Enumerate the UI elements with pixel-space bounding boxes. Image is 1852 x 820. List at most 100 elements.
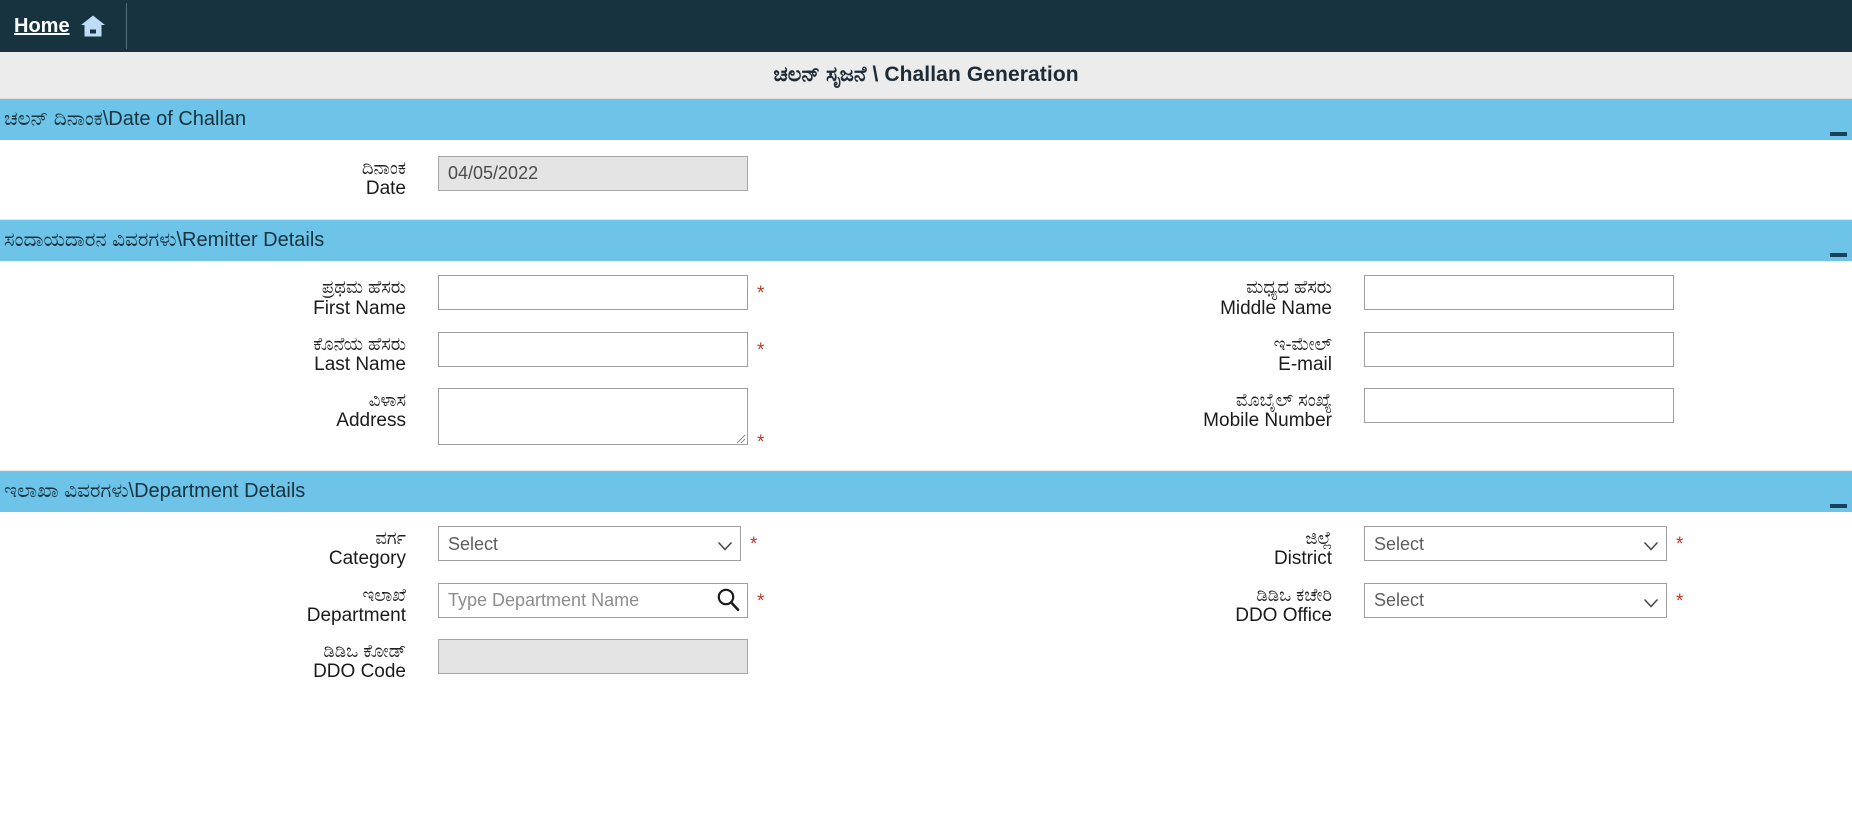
label-district-kn: ಜಿಲ್ಲೆ: [1305, 528, 1332, 549]
field-address: ವಿಳಾಸ Address *: [0, 388, 926, 452]
field-ddo-office: ಡಿಡಿಒ ಕಚೇರಿ DDO Office Select *: [926, 582, 1852, 626]
label-email-en: E-mail: [1278, 354, 1332, 375]
label-ddo-code: ಡಿಡಿಒ ಕೋಡ್ DDO Code: [0, 639, 438, 682]
field-ddo-code: ಡಿಡಿಒ ಕೋಡ್ DDO Code: [0, 639, 926, 682]
label-middle-name-en: Middle Name: [1220, 297, 1332, 319]
mobile-number-input[interactable]: [1364, 388, 1674, 424]
field-last-name: ಕೊನೆಯ ಹೆಸರು Last Name *: [0, 331, 926, 375]
label-middle-name-kn: ಮಧ್ಯದ ಹೆಸರು: [1246, 277, 1332, 298]
department-search-input[interactable]: [438, 582, 748, 618]
last-name-input[interactable]: [438, 331, 748, 367]
section-header-department-details[interactable]: ಇಲಾಖಾ ವಿವರಗಳು\Department Details: [0, 471, 1852, 513]
control-department: *: [438, 582, 765, 618]
label-first-name-en: First Name: [313, 297, 406, 319]
field-email: ಇ-ಮೇಲ್ E-mail: [926, 331, 1852, 375]
control-first-name: *: [438, 275, 765, 311]
ddo-code-input[interactable]: [438, 639, 748, 675]
collapse-toggle-date-of-challan[interactable]: [1824, 99, 1852, 140]
label-email-kn: ಇ-ಮೇಲ್: [1273, 333, 1332, 354]
field-district: ಜಿಲ್ಲೆ District Select *: [926, 526, 1852, 569]
search-icon[interactable]: [715, 587, 741, 618]
field-date: ದಿನಾಂಕ Date: [0, 156, 926, 199]
department-search-wrapper: [438, 582, 748, 618]
field-middle-name: ಮಧ್ಯದ ಹೆಸರು Middle Name: [926, 275, 1852, 319]
control-date: [438, 156, 748, 191]
home-label: Home: [14, 14, 70, 37]
field-department: ಇಲಾಖೆ Department *: [0, 582, 926, 626]
nav-divider: [125, 3, 127, 49]
collapse-toggle-remitter-details[interactable]: [1824, 220, 1852, 261]
middle-name-input[interactable]: [1364, 275, 1674, 311]
section-header-remitter-details[interactable]: ಸಂದಾಯದಾರನ ವಿವರಗಳು\Remitter Details: [0, 220, 1852, 262]
required-marker-first-name: *: [757, 283, 765, 305]
section-title-department-details: ಇಲಾಖಾ ವಿವರಗಳು\Department Details: [4, 480, 306, 503]
minus-icon: [1829, 132, 1847, 136]
label-category-en: Category: [328, 548, 406, 570]
ddo-office-select[interactable]: Select: [1364, 582, 1667, 618]
field-mobile: ಮೊಬೈಲ್ ಸಂಖ್ಯೆ Mobile Number: [926, 388, 1852, 431]
label-address-kn: ವಿಳಾಸ: [368, 390, 406, 411]
form-row-name-1: ಪ್ರಥಮ ಹೆಸರು First Name * ಮಧ್ಯದ ಹೆಸರು Mid…: [0, 275, 1852, 319]
control-address: *: [438, 388, 764, 452]
collapse-toggle-department-details[interactable]: [1824, 471, 1852, 512]
control-middle-name: [1364, 275, 1674, 311]
ddo-office-select-wrapper: Select: [1364, 582, 1667, 618]
label-ddo-office-kn: ಡಿಡಿಒ ಕಚೇರಿ: [1256, 584, 1332, 605]
section-title-date-of-challan: ಚಲನ್ ದಿನಾಂಕ\Date of Challan: [4, 108, 247, 130]
address-textarea[interactable]: [438, 388, 748, 446]
control-mobile: [1364, 388, 1674, 424]
label-last-name-en: Last Name: [314, 354, 406, 375]
label-address: ವಿಳಾಸ Address: [0, 388, 438, 431]
home-nav-link[interactable]: Home: [10, 0, 120, 52]
label-ddo-code-kn: ಡಿಡಿಒ ಕೋಡ್: [323, 641, 406, 662]
form-row-address: ವಿಳಾಸ Address * ಮೊಬೈಲ್ ಸಂಖ್ಯೆ Mobile Num…: [0, 388, 1852, 452]
form-row-category-district: ವರ್ಗ Category Select * ಜಿಲ್ಲೆ District S…: [0, 526, 1852, 569]
label-date: ದಿನಾಂಕ Date: [0, 156, 438, 199]
minus-icon: [1829, 504, 1847, 509]
label-address-en: Address: [336, 410, 406, 432]
section-body-remitter-details: ಪ್ರಥಮ ಹೆಸರು First Name * ಮಧ್ಯದ ಹೆಸರು Mid…: [0, 261, 1852, 472]
email-input[interactable]: [1364, 331, 1674, 367]
field-category: ವರ್ಗ Category Select *: [0, 526, 926, 569]
label-ddo-office-en: DDO Office: [1235, 604, 1332, 626]
label-last-name-kn: ಕೊನೆಯ ಹೆಸರು: [313, 333, 406, 354]
section-body-department-details: ವರ್ಗ Category Select * ಜಿಲ್ಲೆ District S…: [0, 512, 1852, 693]
label-last-name: ಕೊನೆಯ ಹೆಸರು Last Name: [0, 332, 438, 375]
address-textarea-wrapper: [438, 388, 748, 446]
required-marker-district: *: [1676, 534, 1684, 556]
district-select[interactable]: Select: [1364, 526, 1667, 562]
label-department-kn: ಇಲಾಖೆ: [362, 584, 406, 605]
section-body-date-of-challan: ದಿನಾಂಕ Date: [0, 140, 1852, 221]
house-icon: [80, 14, 106, 38]
label-ddo-code-en: DDO Code: [313, 661, 406, 683]
label-mobile-en: Mobile Number: [1203, 410, 1332, 432]
control-ddo-office: Select *: [1364, 582, 1683, 618]
form-row-department-ddo-office: ಇಲಾಖೆ Department * ಡಿಡಿಒ ಕಚೇರಿ: [0, 582, 1852, 626]
label-category: ವರ್ಗ Category: [0, 526, 438, 569]
control-category: Select *: [438, 526, 758, 562]
category-select-wrapper: Select: [438, 526, 741, 562]
form-row-date: ದಿನಾಂಕ Date: [0, 156, 1852, 199]
label-ddo-office: ಡಿಡಿಒ ಕಚೇರಿ DDO Office: [926, 583, 1364, 626]
label-mobile: ಮೊಬೈಲ್ ಸಂಖ್ಯೆ Mobile Number: [926, 388, 1364, 431]
label-date-kn: ದಿನಾಂಕ: [361, 158, 406, 178]
required-marker-category: *: [750, 534, 758, 556]
control-last-name: *: [438, 331, 765, 367]
form-row-name-2: ಕೊನೆಯ ಹೆಸರು Last Name * ಇ-ಮೇಲ್ E-mail: [0, 331, 1852, 375]
label-department: ಇಲಾಖೆ Department: [0, 583, 438, 626]
label-email: ಇ-ಮೇಲ್ E-mail: [926, 332, 1364, 375]
control-district: Select *: [1364, 526, 1684, 562]
field-first-name: ಪ್ರಥಮ ಹೆಸರು First Name *: [0, 275, 926, 319]
date-input[interactable]: [438, 156, 748, 191]
category-select[interactable]: Select: [438, 526, 741, 562]
required-marker-address: *: [757, 432, 765, 454]
page-title: ಚಲನ್ ಸೃಜನೆ \ Challan Generation: [773, 63, 1079, 86]
section-header-date-of-challan[interactable]: ಚಲನ್ ದಿನಾಂಕ\Date of Challan: [0, 99, 1852, 140]
district-select-wrapper: Select: [1364, 526, 1667, 562]
minus-icon: [1829, 253, 1847, 258]
required-marker-last-name: *: [757, 339, 765, 361]
label-district-en: District: [1273, 548, 1332, 570]
label-date-en: Date: [365, 178, 406, 200]
first-name-input[interactable]: [438, 275, 748, 311]
required-marker-department: *: [757, 590, 765, 612]
